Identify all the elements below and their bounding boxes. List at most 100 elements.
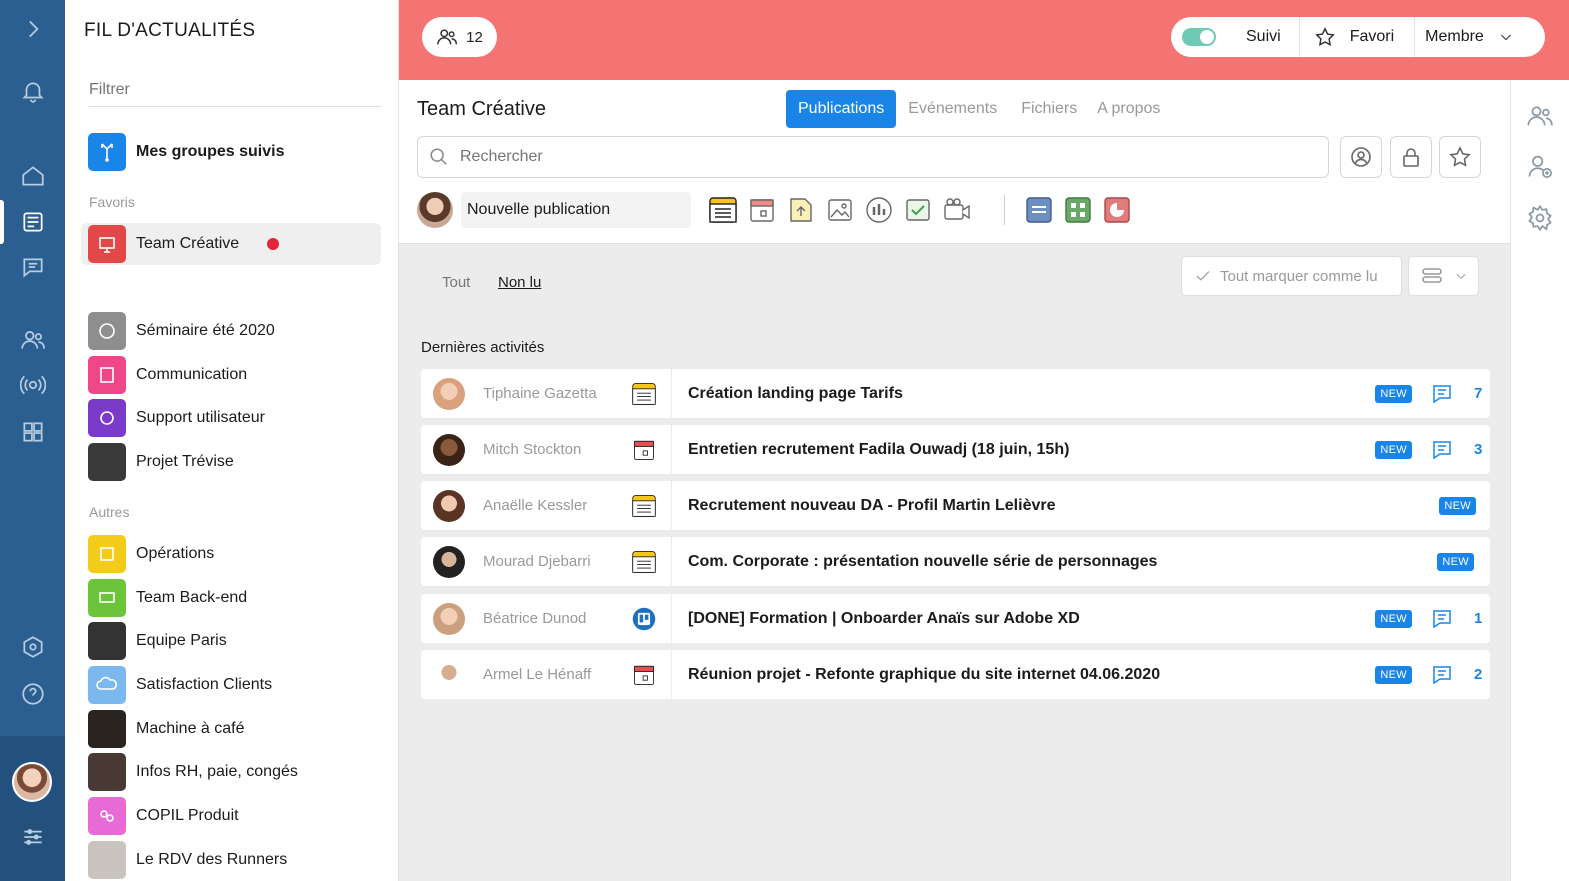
new-badge: NEW (1375, 384, 1412, 403)
favorite-label: Favori (1349, 28, 1395, 45)
members-count: 12 (466, 28, 483, 46)
followed-groups-item[interactable]: Mes groupes suivis (81, 131, 381, 173)
activity-row[interactable]: Tiphaine Gazetta Création landing page T… (421, 369, 1490, 418)
group-item[interactable]: Equipe Paris (81, 620, 381, 662)
toolbar-separator (1004, 195, 1005, 225)
lock-button[interactable] (1390, 136, 1432, 178)
people-icon (437, 29, 458, 45)
star-button[interactable] (1439, 136, 1481, 178)
favorite-button[interactable]: Favori (1300, 17, 1416, 57)
expand-chevron-icon[interactable] (18, 14, 48, 44)
people-icon[interactable] (18, 325, 48, 355)
group-label: Séminaire été 2020 (136, 322, 275, 339)
comment-count[interactable]: 7 (1430, 382, 1490, 406)
article-icon[interactable] (707, 194, 739, 226)
comment-count[interactable]: 3 (1430, 438, 1490, 462)
group-item[interactable]: COPIL Produit (81, 795, 381, 837)
activity-row[interactable]: Armel Le Hénaff Réunion projet - Refonte… (421, 650, 1490, 699)
group-label: Team Créative (136, 235, 240, 252)
activity-title[interactable]: Com. Corporate : présentation nouvelle s… (688, 553, 1437, 571)
group-header: Team Créative Publications Evénements Fi… (399, 80, 1510, 244)
activity-row[interactable]: Anaëlle Kessler Recrutement nouveau DA -… (421, 481, 1490, 530)
tab-events[interactable]: Evénements (896, 90, 1009, 128)
activity-author: Mitch Stockton (483, 441, 582, 458)
group-item[interactable]: Machine à café (81, 708, 381, 750)
view-mode-dropdown[interactable] (1408, 256, 1479, 296)
group-thumb (88, 666, 126, 704)
activities-title: Dernières activités (421, 339, 545, 356)
chart-widget-icon[interactable] (1101, 194, 1133, 226)
author-avatar (433, 377, 465, 410)
image-icon[interactable] (824, 194, 856, 226)
sliders-icon[interactable] (18, 822, 48, 852)
members-icon[interactable] (1526, 102, 1554, 130)
chat-icon[interactable] (18, 252, 48, 282)
author-avatar (433, 433, 465, 466)
comment-count[interactable]: 1 (1430, 607, 1490, 631)
group-item-team-creative[interactable]: Team Créative (81, 223, 381, 265)
group-label: Projet Trévise (136, 453, 234, 470)
bell-icon[interactable] (18, 76, 48, 106)
group-item[interactable]: Support utilisateur (81, 397, 381, 439)
group-item[interactable]: Le RDV des Runners (81, 839, 381, 881)
toggle-switch[interactable] (1182, 28, 1216, 46)
activity-title[interactable]: [DONE] Formation | Onboarder Anaïs sur A… (688, 610, 1375, 628)
row-divider (671, 425, 672, 474)
table-widget-icon[interactable] (1062, 194, 1094, 226)
list-widget-icon[interactable] (1023, 194, 1055, 226)
poll-icon[interactable] (863, 194, 895, 226)
composer-avatar (417, 192, 453, 228)
help-icon[interactable] (18, 679, 48, 709)
activity-title[interactable]: Création landing page Tarifs (688, 385, 1375, 403)
group-item[interactable]: Team Back-end (81, 577, 381, 619)
user-avatar[interactable] (12, 762, 52, 802)
broadcast-icon[interactable] (18, 370, 48, 400)
activity-title[interactable]: Réunion projet - Refonte graphique du si… (688, 666, 1375, 684)
new-post-input[interactable]: Nouvelle publication (461, 192, 691, 228)
user-circle-icon (1351, 147, 1371, 167)
search-input[interactable] (460, 148, 1260, 166)
tab-about[interactable]: A propos (1089, 90, 1172, 128)
filter-all-tab[interactable]: Tout (442, 274, 470, 291)
apps-grid-icon[interactable] (18, 417, 48, 447)
activity-title[interactable]: Recrutement nouveau DA - Profil Martin L… (688, 497, 1439, 515)
tab-files[interactable]: Fichiers (1009, 90, 1089, 128)
member-dropdown[interactable]: Membre (1415, 17, 1526, 57)
activity-row[interactable]: Mourad Djebarri Com. Corporate : présent… (421, 537, 1490, 586)
home-icon[interactable] (18, 161, 48, 191)
group-item[interactable]: Opérations (81, 533, 381, 575)
group-item[interactable]: Satisfaction Clients (81, 664, 381, 706)
activity-row[interactable]: Mitch Stockton Entretien recrutement Fad… (421, 425, 1490, 474)
mark-all-read-button[interactable]: Tout marquer comme lu (1181, 256, 1402, 296)
gear-icon[interactable] (1526, 204, 1554, 232)
comment-count[interactable]: 2 (1430, 663, 1490, 687)
feed-icon[interactable] (18, 207, 48, 237)
others-section: Autres (89, 504, 130, 520)
favorites-section: Favoris (89, 194, 135, 210)
filter-unread-tab[interactable]: Non lu (498, 274, 541, 291)
add-member-icon[interactable] (1526, 152, 1554, 180)
group-item[interactable]: Communication (81, 354, 381, 396)
filter-input[interactable] (89, 74, 381, 107)
comment-icon (1433, 609, 1451, 628)
tab-publications[interactable]: Publications (786, 90, 897, 128)
settings-hex-icon[interactable] (18, 632, 48, 662)
activity-author: Béatrice Dunod (483, 610, 587, 627)
task-icon[interactable] (902, 194, 934, 226)
group-thumb (88, 356, 126, 394)
activity-author: Mourad Djebarri (483, 553, 591, 570)
group-item[interactable]: Infos RH, paie, congés (81, 751, 381, 793)
group-item[interactable]: Séminaire été 2020 (81, 310, 381, 352)
post-type-toolbar (707, 194, 1140, 226)
user-filter-button[interactable] (1340, 136, 1382, 178)
upload-icon[interactable] (785, 194, 817, 226)
branch-icon (88, 133, 126, 171)
activity-row[interactable]: Béatrice Dunod [DONE] Formation | Onboar… (421, 594, 1490, 643)
group-item[interactable]: Projet Trévise (81, 441, 381, 483)
follow-toggle[interactable]: Suivi (1171, 17, 1300, 57)
members-count-button[interactable]: 12 (422, 17, 497, 57)
video-icon[interactable] (941, 194, 973, 226)
event-icon[interactable] (746, 194, 778, 226)
activity-title[interactable]: Entretien recrutement Fadila Ouwadj (18 … (688, 441, 1375, 459)
mark-all-read-label: Tout marquer comme lu (1220, 267, 1378, 285)
